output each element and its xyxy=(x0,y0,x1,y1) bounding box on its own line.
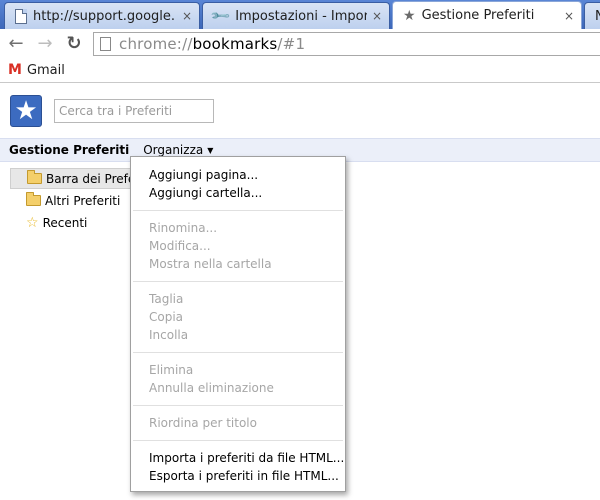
menu-item-importa-preferiti[interactable]: Importa i preferiti da file HTML... xyxy=(131,449,345,467)
star-icon: ☆ xyxy=(26,214,39,231)
document-icon xyxy=(100,37,111,51)
organize-menu: Aggiungi pagina... Aggiungi cartella... … xyxy=(130,156,346,492)
page-icon xyxy=(15,8,27,24)
menu-item-aggiungi-pagina[interactable]: Aggiungi pagina... xyxy=(131,166,345,184)
url-scheme: chrome:// xyxy=(119,35,193,53)
menu-item-copia[interactable]: Copia xyxy=(131,308,345,326)
menu-separator xyxy=(133,352,343,353)
bookmark-gmail[interactable]: M Gmail xyxy=(8,62,65,78)
menu-separator xyxy=(133,405,343,406)
folder-icon xyxy=(26,192,41,206)
menu-item-aggiungi-cartella[interactable]: Aggiungi cartella... xyxy=(131,184,345,202)
back-icon[interactable]: ← xyxy=(5,33,27,55)
menu-separator xyxy=(133,281,343,282)
tab-strip: http://support.google. × 🔧 Impostazioni … xyxy=(0,0,600,29)
menu-item-mostra-nella-cartella[interactable]: Mostra nella cartella xyxy=(131,255,345,273)
tree-item-altri-preferiti[interactable]: Altri Preferiti xyxy=(10,190,135,211)
menu-separator xyxy=(133,440,343,441)
tab-partial[interactable]: N xyxy=(584,2,600,29)
toolbar: ← → ↻ chrome://bookmarks/#1 xyxy=(0,29,600,58)
menu-item-elimina[interactable]: Elimina xyxy=(131,361,345,379)
menu-separator xyxy=(133,210,343,211)
tree-item-label: Altri Preferiti xyxy=(45,193,121,208)
menu-item-modifica[interactable]: Modifica... xyxy=(131,237,345,255)
gmail-icon: M xyxy=(8,62,22,78)
menu-item-taglia[interactable]: Taglia xyxy=(131,290,345,308)
url-host: bookmarks xyxy=(192,35,278,53)
menu-item-rinomina[interactable]: Rinomina... xyxy=(131,219,345,237)
bookmarks-bar: M Gmail xyxy=(0,58,600,83)
tab-title: N xyxy=(595,9,600,24)
close-icon[interactable]: × xyxy=(563,9,575,23)
reload-icon[interactable]: ↻ xyxy=(63,33,85,55)
close-icon[interactable]: × xyxy=(371,9,383,23)
menu-item-annulla-eliminazione[interactable]: Annulla eliminazione xyxy=(131,379,345,397)
menu-item-incolla[interactable]: Incolla xyxy=(131,326,345,344)
tab-title: Gestione Preferiti xyxy=(421,8,535,23)
tab-impostazioni[interactable]: 🔧 Impostazioni - Importa × xyxy=(202,2,390,29)
organize-label: Organizza xyxy=(143,143,204,157)
caret-down-icon: ▼ xyxy=(207,145,214,155)
tree-item-barra-dei-preferiti[interactable]: Barra dei Preferiti xyxy=(10,168,135,189)
page-title: Gestione Preferiti xyxy=(9,143,130,157)
forward-icon[interactable]: → xyxy=(34,33,56,55)
tab-title: http://support.google. xyxy=(33,8,176,24)
tab-title: Impostazioni - Importa xyxy=(235,8,367,24)
tab-gestione-preferiti[interactable]: ★ Gestione Preferiti × xyxy=(392,1,582,29)
omnibox[interactable]: chrome://bookmarks/#1 xyxy=(93,32,600,56)
star-icon: ★ xyxy=(403,7,416,24)
tree-item-label: Barra dei Preferiti xyxy=(46,171,135,186)
bookmark-label: Gmail xyxy=(26,62,65,78)
tab-support-google[interactable]: http://support.google. × xyxy=(4,2,200,29)
search-input[interactable] xyxy=(54,99,214,123)
menu-item-esporta-preferiti[interactable]: Esporta i preferiti in file HTML... xyxy=(131,467,345,485)
browser-window: http://support.google. × 🔧 Impostazioni … xyxy=(0,0,600,500)
bookmarks-logo-star-icon: ★ xyxy=(10,95,42,127)
wrench-icon: 🔧 xyxy=(210,4,233,28)
close-icon[interactable]: × xyxy=(181,9,193,23)
tree-item-recenti[interactable]: ☆ Recenti xyxy=(10,212,135,233)
folder-tree: Barra dei Preferiti Altri Preferiti ☆ Re… xyxy=(10,168,135,234)
folder-icon xyxy=(27,170,42,184)
url-path: /#1 xyxy=(277,35,306,53)
organize-menu-button[interactable]: Organizza ▼ xyxy=(143,143,213,157)
menu-item-riordina-per-titolo[interactable]: Riordina per titolo xyxy=(131,414,345,432)
tree-item-label: Recenti xyxy=(42,215,88,230)
